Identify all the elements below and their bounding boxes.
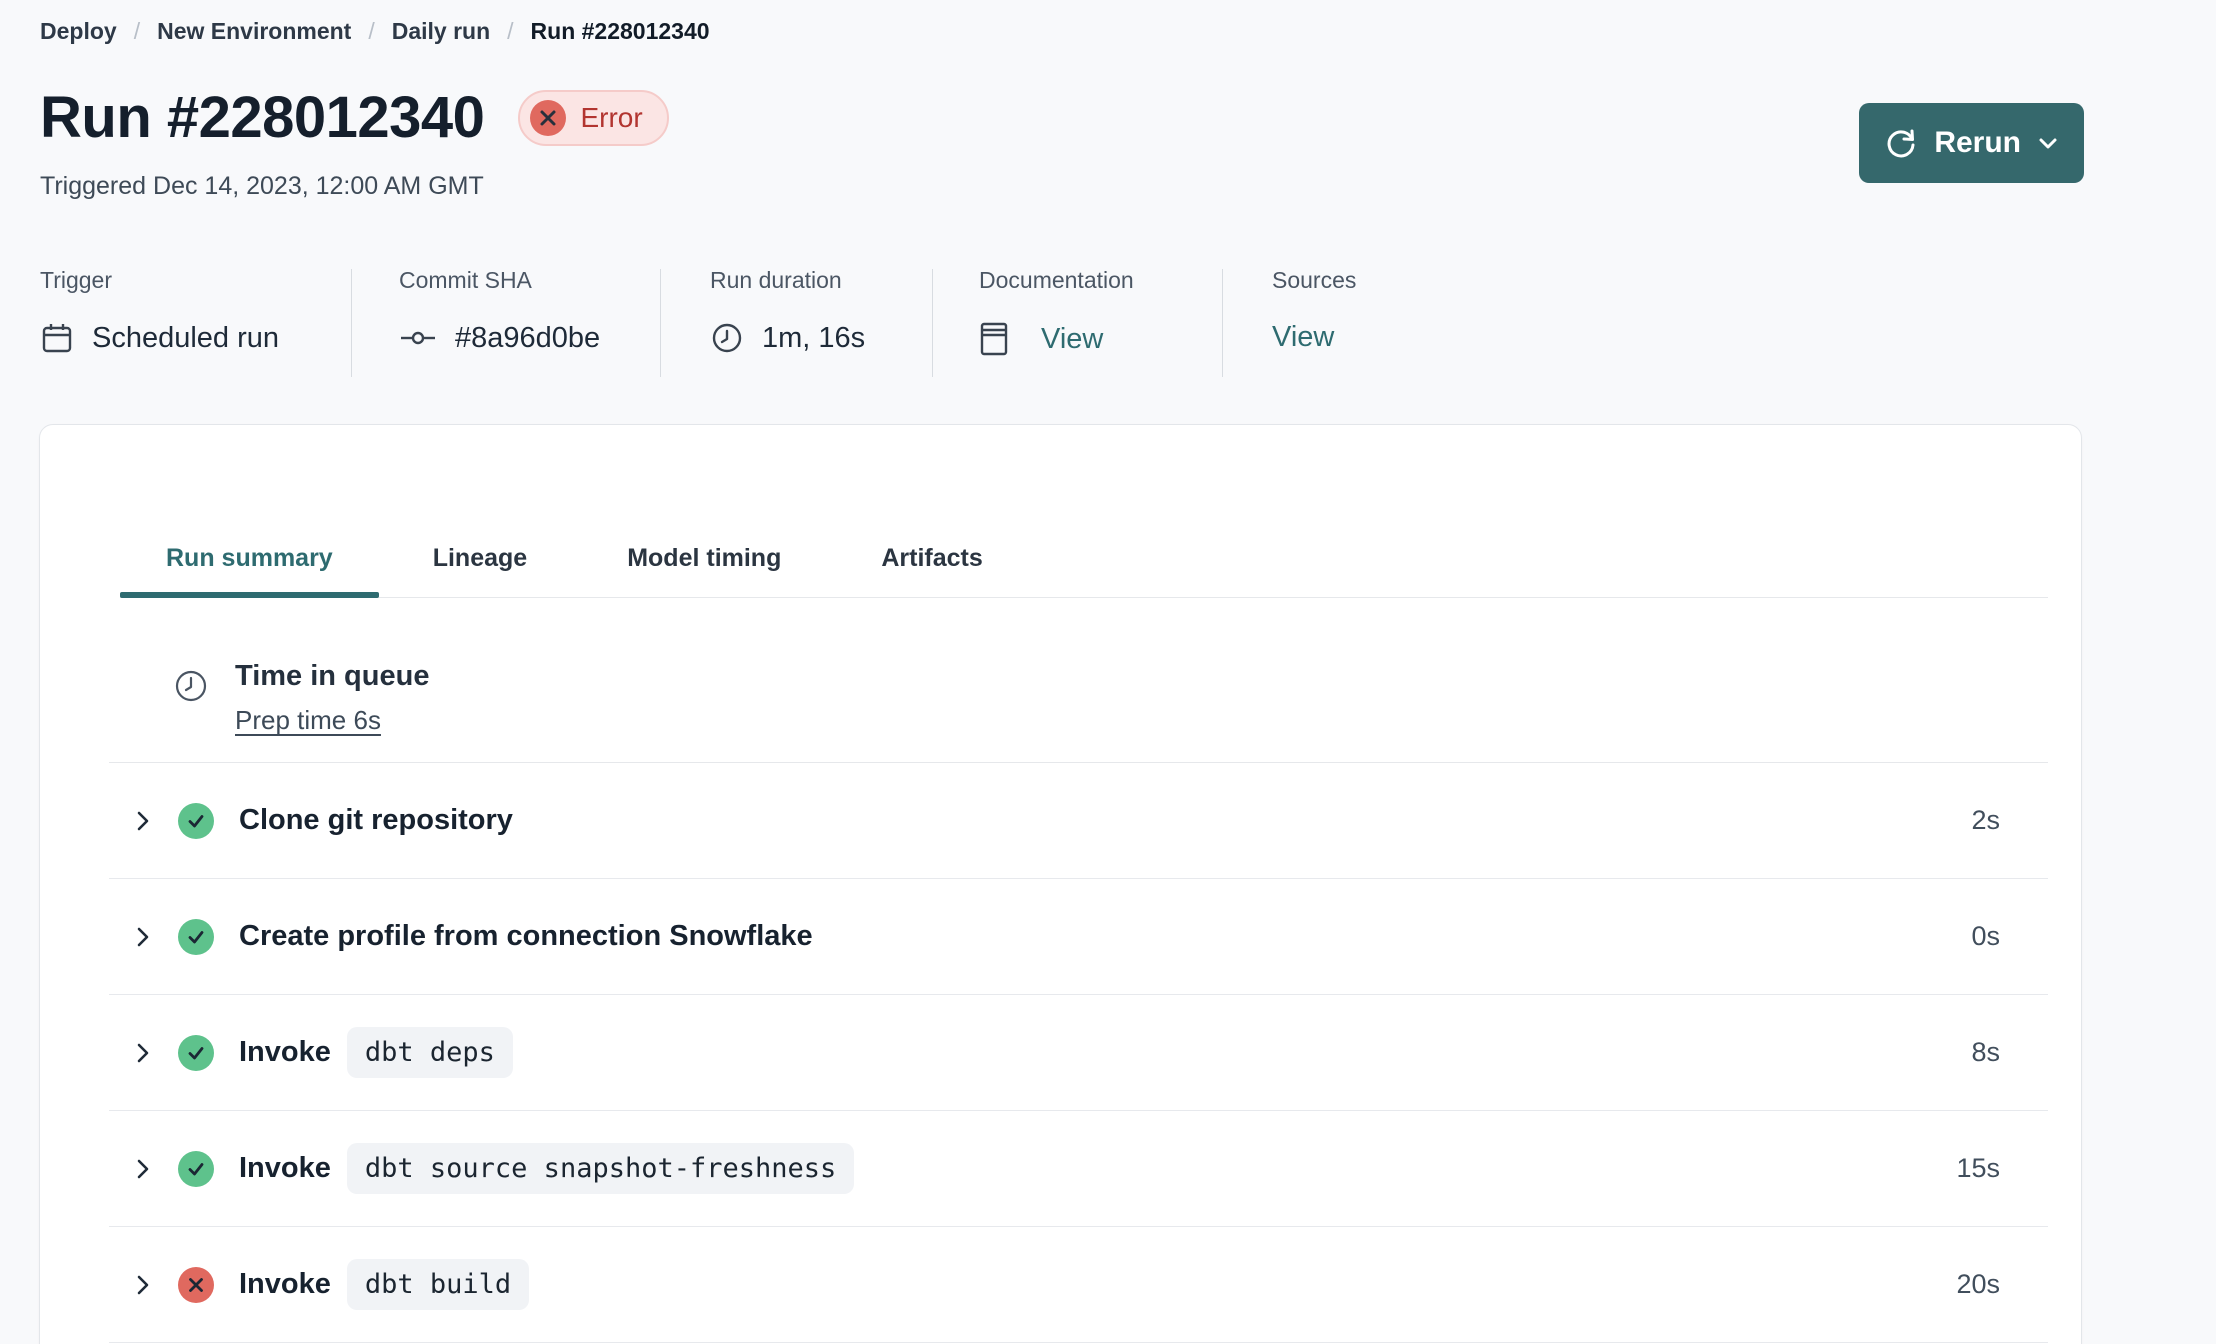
- step-duration: 0s: [1971, 921, 2000, 951]
- step-row-dbt-deps[interactable]: Invoke dbt deps 8s: [109, 995, 2048, 1111]
- meta-duration: Run duration 1m, 16s: [710, 267, 865, 355]
- chevron-right-icon[interactable]: [132, 806, 154, 836]
- breadcrumb-item-job[interactable]: Daily run: [392, 18, 490, 45]
- step-title: Create profile from connection Snowflake: [239, 920, 813, 952]
- chevron-right-icon[interactable]: [132, 922, 154, 952]
- refresh-icon: [1883, 125, 1919, 161]
- rerun-button-label: Rerun: [1934, 126, 2021, 159]
- meta-sources: Sources View: [1272, 267, 1356, 354]
- tab-model-timing[interactable]: Model timing: [581, 525, 827, 597]
- tab-bar: Run summary Lineage Model timing Artifac…: [120, 525, 2048, 598]
- documentation-view-link[interactable]: View: [1041, 323, 1103, 356]
- step-duration: 20s: [1956, 1269, 2000, 1299]
- step-duration: 15s: [1956, 1153, 2000, 1183]
- breadcrumb-item-environment[interactable]: New Environment: [157, 18, 351, 45]
- meta-documentation: Documentation View: [979, 267, 1134, 357]
- chevron-right-icon[interactable]: [132, 1038, 154, 1068]
- status-success-icon: [178, 1034, 214, 1071]
- step-title: Invoke: [239, 1268, 331, 1300]
- step-command: dbt deps: [346, 1027, 513, 1078]
- run-metadata: Trigger Scheduled run Commit SHA #8a96d0…: [40, 267, 1440, 379]
- status-badge-label: Error: [580, 102, 643, 133]
- step-row-create-profile[interactable]: Create profile from connection Snowflake…: [109, 879, 2048, 995]
- time-in-queue-section: Time in queue Prep time 6s: [109, 598, 2048, 763]
- breadcrumb-item-deploy[interactable]: Deploy: [40, 18, 117, 45]
- breadcrumb-separator: /: [507, 18, 514, 44]
- queue-title: Time in queue: [235, 660, 430, 692]
- rerun-button[interactable]: Rerun: [1859, 103, 2084, 183]
- status-badge: Error: [518, 90, 669, 146]
- clock-icon: [710, 321, 744, 355]
- step-duration: 8s: [1971, 1037, 2000, 1067]
- chevron-right-icon[interactable]: [132, 1270, 154, 1300]
- meta-documentation-label: Documentation: [979, 267, 1134, 293]
- step-row-clone-git[interactable]: Clone git repository 2s: [109, 763, 2048, 879]
- meta-commit-label: Commit SHA: [399, 267, 532, 293]
- chevron-down-icon: [2036, 131, 2060, 155]
- divider: [932, 269, 933, 377]
- status-success-icon: [178, 1150, 214, 1187]
- meta-trigger-value: Scheduled run: [92, 321, 280, 354]
- meta-duration-label: Run duration: [710, 267, 842, 293]
- triggered-timestamp: Triggered Dec 14, 2023, 12:00 AM GMT: [40, 172, 484, 200]
- status-success-icon: [178, 802, 214, 839]
- breadcrumb-separator: /: [133, 18, 141, 44]
- breadcrumb-item-run: Run #228012340: [530, 18, 710, 44]
- meta-duration-value: 1m, 16s: [762, 321, 866, 354]
- step-command: dbt build: [346, 1259, 530, 1310]
- meta-trigger: Trigger Scheduled run: [40, 267, 279, 355]
- step-title: Clone git repository: [239, 804, 513, 836]
- meta-commit-value: #8a96d0be: [455, 321, 601, 354]
- calendar-icon: [40, 321, 74, 355]
- status-success-icon: [178, 918, 214, 955]
- clock-icon: [173, 668, 209, 704]
- status-error-icon: [178, 1266, 214, 1303]
- chevron-right-icon[interactable]: [132, 1154, 154, 1184]
- step-command: dbt source snapshot-freshness: [346, 1143, 855, 1194]
- step-title: Invoke: [239, 1036, 331, 1068]
- breadcrumb-separator: /: [368, 18, 375, 44]
- divider: [1222, 269, 1223, 377]
- step-title: Invoke: [239, 1152, 331, 1184]
- title-row: Run #228012340 Error: [40, 84, 669, 152]
- meta-trigger-label: Trigger: [40, 267, 112, 293]
- meta-sources-label: Sources: [1272, 267, 1357, 293]
- meta-commit: Commit SHA #8a96d0be: [399, 267, 600, 355]
- error-circle-icon: [530, 100, 567, 136]
- page-title: Run #228012340: [40, 85, 485, 150]
- prep-time-link[interactable]: Prep time 6s: [235, 705, 381, 736]
- run-summary-card: Run summary Lineage Model timing Artifac…: [39, 424, 2082, 1344]
- commit-icon: [399, 321, 437, 355]
- breadcrumb: Deploy / New Environment / Daily run / R…: [40, 18, 710, 45]
- document-icon: [979, 321, 1009, 357]
- tab-lineage[interactable]: Lineage: [387, 525, 573, 597]
- divider: [660, 269, 661, 377]
- tab-run-summary[interactable]: Run summary: [120, 525, 379, 598]
- tab-artifacts[interactable]: Artifacts: [835, 525, 1028, 597]
- step-duration: 2s: [1971, 805, 2000, 835]
- sources-view-link[interactable]: View: [1272, 321, 1334, 354]
- step-row-dbt-source-freshness[interactable]: Invoke dbt source snapshot-freshness 15s: [109, 1111, 2048, 1227]
- step-row-dbt-build[interactable]: Invoke dbt build 20s: [109, 1227, 2048, 1343]
- divider: [351, 269, 352, 377]
